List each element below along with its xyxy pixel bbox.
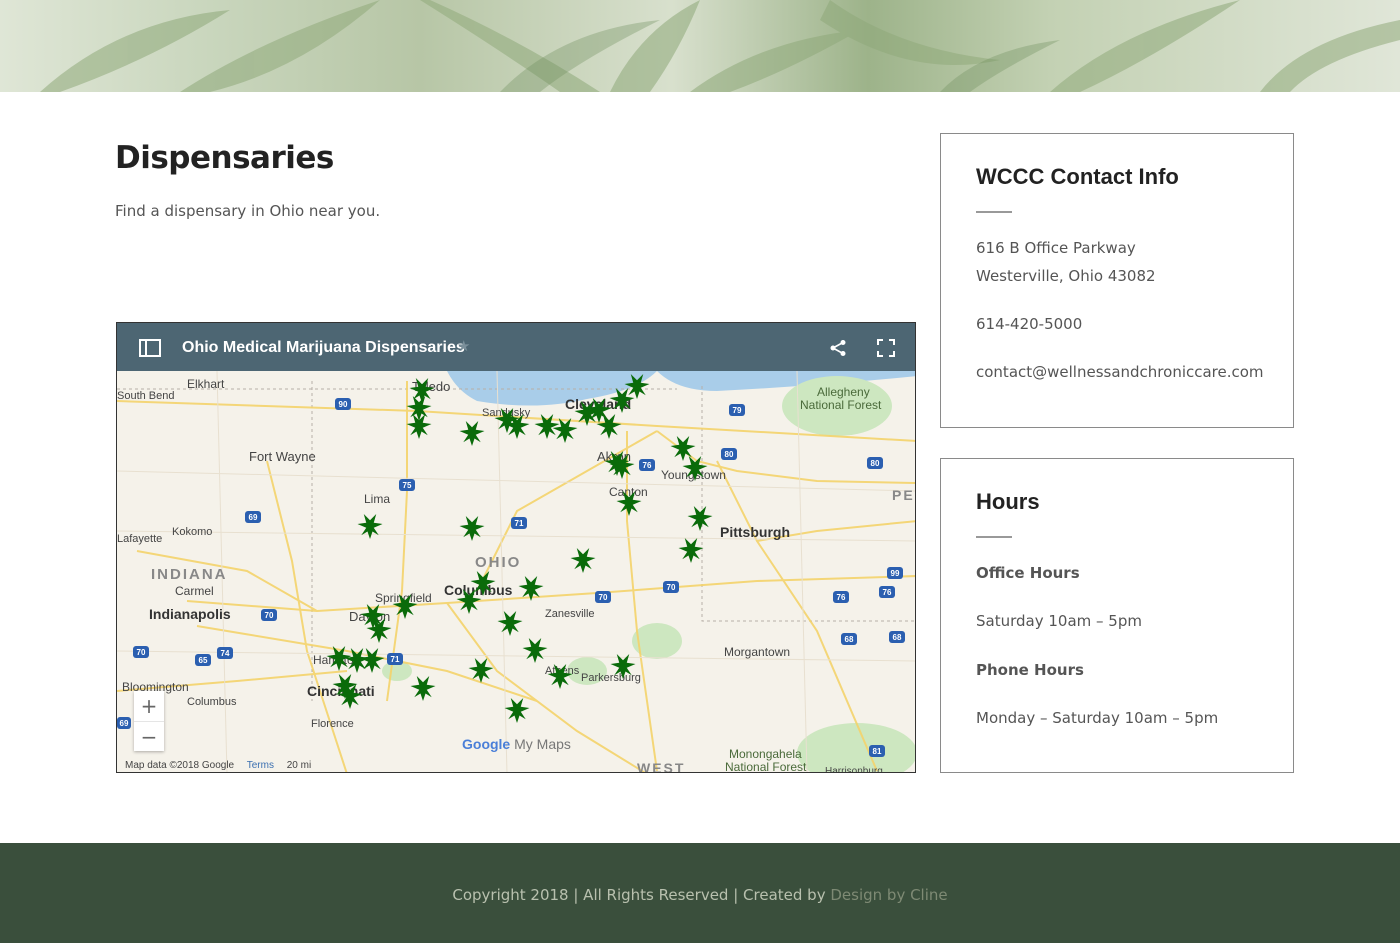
svg-text:INDIANA: INDIANA	[151, 566, 228, 583]
svg-text:Carmel: Carmel	[175, 584, 214, 598]
contact-address-line1: 616 B Office Parkway	[976, 239, 1136, 257]
svg-text:76: 76	[837, 593, 846, 602]
map-title[interactable]: Ohio Medical Marijuana Dispensaries	[182, 339, 465, 357]
svg-text:South Bend: South Bend	[117, 390, 175, 402]
svg-text:PE: PE	[892, 487, 915, 503]
hours-divider	[976, 536, 1012, 538]
phone-hours-label: Phone Hours	[976, 661, 1084, 679]
zoom-control: + −	[134, 691, 164, 751]
svg-text:OHIO: OHIO	[475, 554, 521, 571]
svg-text:71: 71	[391, 655, 400, 664]
page-intro: Find a dispensary in Ohio near you.	[115, 202, 381, 220]
svg-text:Columbus: Columbus	[444, 582, 513, 598]
office-hours-label: Office Hours	[976, 564, 1080, 582]
map-scale: 20 mi	[286, 760, 312, 771]
my-maps-logo-text: My Maps	[514, 736, 571, 752]
svg-text:Monongahela: Monongahela	[729, 747, 802, 761]
map-attribution: Map data ©2018 Google Terms 20 mi	[125, 760, 321, 771]
star-icon[interactable]: ★	[457, 337, 470, 355]
svg-text:Pittsburgh: Pittsburgh	[720, 524, 790, 540]
svg-text:Parkersburg: Parkersburg	[581, 672, 641, 684]
svg-text:75: 75	[403, 481, 412, 490]
map-data-credit: Map data ©2018 Google	[125, 760, 235, 771]
svg-text:70: 70	[137, 648, 146, 657]
svg-text:90: 90	[339, 400, 348, 409]
svg-text:Indianapolis: Indianapolis	[149, 606, 231, 622]
hero-banner	[0, 0, 1400, 92]
svg-text:Columbus: Columbus	[187, 696, 237, 708]
hero-leaf-background	[40, 0, 1400, 92]
share-icon[interactable]	[829, 339, 847, 357]
svg-text:80: 80	[871, 459, 880, 468]
svg-text:Harrisonburg: Harrisonburg	[825, 766, 883, 773]
svg-text:76: 76	[883, 588, 892, 597]
google-my-maps-logo: Google My Maps	[462, 736, 571, 752]
svg-text:69: 69	[120, 719, 129, 728]
contact-email[interactable]: contact@wellnessandchroniccare.com	[976, 363, 1264, 381]
svg-text:79: 79	[733, 406, 742, 415]
svg-text:68: 68	[845, 635, 854, 644]
svg-text:Elkhart: Elkhart	[187, 377, 225, 391]
contact-divider	[976, 211, 1012, 213]
svg-text:70: 70	[667, 583, 676, 592]
contact-info-card: WCCC Contact Info 616 B Office Parkway W…	[940, 133, 1294, 428]
svg-text:Allegheny: Allegheny	[817, 385, 870, 399]
svg-text:81: 81	[873, 747, 882, 756]
designer-credit-link[interactable]: Design by Cline	[830, 886, 947, 904]
svg-text:65: 65	[199, 656, 208, 665]
svg-text:Kokomo: Kokomo	[172, 526, 212, 538]
svg-text:National Forest: National Forest	[800, 398, 882, 412]
svg-text:80: 80	[725, 450, 734, 459]
svg-text:WEST: WEST	[637, 760, 685, 773]
contact-phone[interactable]: 614-420-5000	[976, 315, 1082, 333]
hours-title: Hours	[976, 489, 1040, 514]
hours-card: Hours Office Hours Saturday 10am – 5pm P…	[940, 458, 1294, 773]
page-title: Dispensaries	[115, 140, 334, 176]
google-logo-text: Google	[462, 736, 511, 752]
sidebar-toggle-icon[interactable]	[139, 339, 161, 357]
svg-text:Fort Wayne: Fort Wayne	[249, 449, 316, 464]
site-footer: Copyright 2018 | All Rights Reserved | C…	[0, 843, 1400, 943]
svg-text:Zanesville: Zanesville	[545, 608, 595, 620]
phone-hours-value: Monday – Saturday 10am – 5pm	[976, 709, 1219, 727]
map-header: Ohio Medical Marijuana Dispensaries ★	[117, 323, 915, 371]
svg-text:Lafayette: Lafayette	[117, 533, 162, 545]
svg-text:70: 70	[599, 593, 608, 602]
svg-text:Morgantown: Morgantown	[724, 645, 790, 659]
map-embed[interactable]: Ohio Medical Marijuana Dispensaries ★ El…	[116, 322, 916, 773]
office-hours-value: Saturday 10am – 5pm	[976, 612, 1142, 630]
svg-text:71: 71	[515, 519, 524, 528]
svg-text:National Forest: National Forest	[725, 760, 807, 773]
svg-text:68: 68	[893, 633, 902, 642]
contact-title: WCCC Contact Info	[976, 164, 1179, 189]
svg-text:74: 74	[221, 649, 230, 658]
svg-text:69: 69	[249, 513, 258, 522]
zoom-out-button[interactable]: −	[134, 721, 164, 751]
svg-text:70: 70	[265, 611, 274, 620]
copyright-text: Copyright 2018 | All Rights Reserved | C…	[452, 886, 826, 904]
svg-text:76: 76	[643, 461, 652, 470]
svg-text:Florence: Florence	[311, 718, 354, 730]
contact-address-line2: Westerville, Ohio 43082	[976, 267, 1156, 285]
map-canvas[interactable]: Elkhart South Bend Toledo Sandusky Cleve…	[117, 371, 916, 773]
svg-text:Lima: Lima	[364, 492, 390, 506]
svg-text:99: 99	[891, 569, 900, 578]
footer-text: Copyright 2018 | All Rights Reserved | C…	[0, 886, 1400, 904]
zoom-in-button[interactable]: +	[134, 691, 164, 721]
terms-link[interactable]: Terms	[247, 760, 274, 771]
fullscreen-icon[interactable]	[877, 339, 895, 357]
